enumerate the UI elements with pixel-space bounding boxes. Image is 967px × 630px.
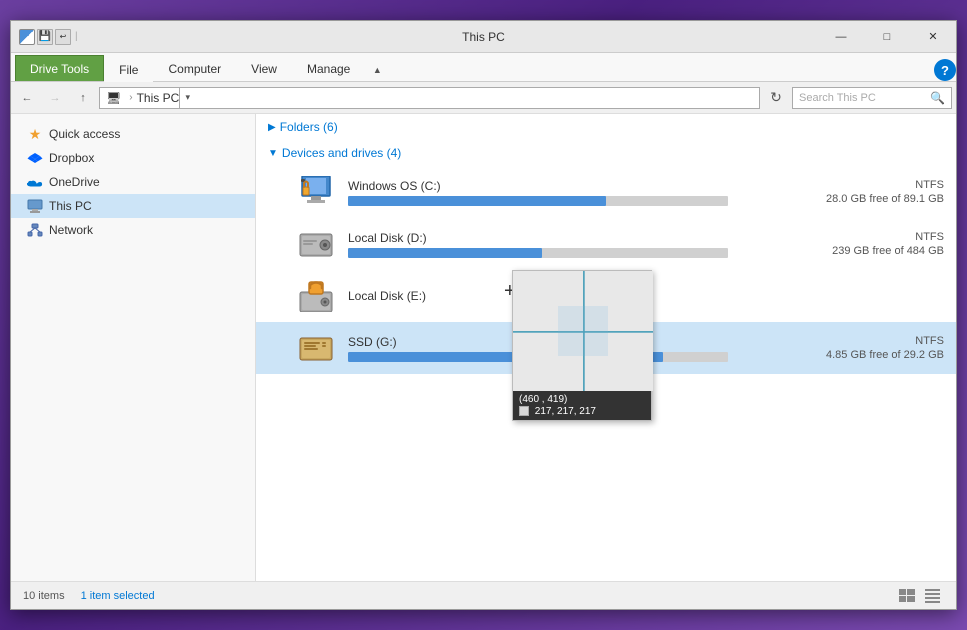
- save-icon[interactable]: 💾: [37, 29, 53, 45]
- refresh-button[interactable]: ↻: [764, 86, 788, 110]
- ribbon-collapse-chevron[interactable]: ▲: [369, 59, 385, 81]
- drive-c-meta: NTFS 28.0 GB free of 89.1 GB: [804, 179, 944, 205]
- drive-e[interactable]: Local Disk (E:) + (460 , 419): [256, 270, 956, 322]
- tooltip-footer: (460 , 419) 217, 217, 217: [513, 391, 651, 420]
- drive-e-icon: [296, 278, 336, 314]
- sidebar: ★ Quick access Dropbox: [11, 114, 256, 581]
- folders-section-header[interactable]: ▶ Folders (6): [256, 114, 956, 140]
- sidebar-item-quick-access[interactable]: ★ Quick access: [11, 122, 255, 146]
- breadcrumb-arrow: ›: [129, 92, 132, 103]
- drive-d[interactable]: Local Disk (D:) NTFS 239 GB free of 484 …: [256, 218, 956, 270]
- large-icons-view-button[interactable]: [922, 585, 944, 607]
- view-controls: [896, 585, 944, 607]
- drive-c-icon: [296, 174, 336, 210]
- breadcrumb-thispc: This PC: [137, 91, 180, 105]
- network-icon: [27, 222, 43, 238]
- drive-g-meta: NTFS 4.85 GB free of 29.2 GB: [804, 335, 944, 361]
- details-view-button[interactable]: [896, 585, 918, 607]
- sidebar-label-onedrive: OneDrive: [49, 175, 100, 189]
- drive-d-fs: NTFS: [915, 231, 944, 243]
- folders-arrow: ▶: [268, 122, 276, 133]
- tooltip-color: 217, 217, 217: [519, 406, 645, 417]
- drive-c-info: Windows OS (C:): [348, 179, 792, 206]
- selected-count: 1 item selected: [81, 590, 155, 602]
- tab-file[interactable]: File: [104, 58, 153, 82]
- maximize-button[interactable]: □: [864, 21, 910, 53]
- window-controls: — □ ✕: [818, 21, 956, 53]
- sidebar-label-quick-access: Quick access: [49, 127, 120, 141]
- drive-g-icon: [296, 330, 336, 366]
- sidebar-item-dropbox[interactable]: Dropbox: [11, 146, 255, 170]
- folders-label: Folders (6): [280, 120, 338, 134]
- drive-g-space: 4.85 GB free of 29.2 GB: [826, 349, 944, 361]
- sidebar-item-network[interactable]: Network: [11, 218, 255, 242]
- sidebar-item-this-pc[interactable]: This PC: [11, 194, 255, 218]
- drive-d-info: Local Disk (D:): [348, 231, 792, 258]
- items-count: 10 items: [23, 590, 65, 602]
- drive-d-bar: [348, 248, 542, 258]
- dropbox-icon: [27, 150, 43, 166]
- devices-section-header[interactable]: ▼ Devices and drives (4): [256, 140, 956, 166]
- star-icon: ★: [27, 126, 43, 142]
- drive-c-space: 28.0 GB free of 89.1 GB: [826, 193, 944, 205]
- crosshair-h-line: [513, 331, 653, 333]
- up-button[interactable]: ↑: [71, 86, 95, 110]
- tooltip-coords: (460 , 419): [519, 394, 645, 405]
- address-dropdown[interactable]: ▾: [179, 87, 195, 109]
- minimize-button[interactable]: —: [818, 21, 864, 53]
- ribbon-tabs: Drive Tools File Computer View Manage ▲ …: [11, 53, 956, 81]
- drive-g-fs: NTFS: [915, 335, 944, 347]
- close-button[interactable]: ✕: [910, 21, 956, 53]
- tab-drive-tools[interactable]: Drive Tools: [15, 55, 104, 81]
- drive-d-bar-wrap: [348, 248, 728, 258]
- content-area: ▶ Folders (6) ▼ Devices and drives (4): [256, 114, 956, 581]
- sidebar-label-network: Network: [49, 223, 93, 237]
- devices-arrow: ▼: [268, 148, 278, 159]
- sidebar-label-this-pc: This PC: [49, 199, 92, 213]
- breadcrumb-icon: 🖥: [106, 91, 121, 105]
- title-bar-left: 💾 ↩ |: [11, 29, 86, 45]
- main-area: ★ Quick access Dropbox: [11, 114, 956, 581]
- search-placeholder: Search This PC: [799, 92, 930, 104]
- tab-view[interactable]: View: [236, 55, 292, 81]
- tab-computer[interactable]: Computer: [153, 55, 236, 81]
- undo-icon[interactable]: ↩: [55, 29, 71, 45]
- window-icon: [19, 29, 35, 45]
- help-button[interactable]: ?: [934, 59, 956, 81]
- sidebar-label-dropbox: Dropbox: [49, 151, 94, 165]
- search-box[interactable]: Search This PC 🔍: [792, 87, 952, 109]
- explorer-window: 💾 ↩ | This PC — □ ✕ Drive Tools File Com…: [10, 20, 957, 610]
- drive-c-bar-wrap: [348, 196, 728, 206]
- drive-c-name: Windows OS (C:): [348, 179, 792, 193]
- title-bar-separator: |: [75, 31, 78, 42]
- onedrive-icon: [27, 174, 43, 190]
- tab-manage[interactable]: Manage: [292, 55, 365, 81]
- drive-c-bar: [348, 196, 606, 206]
- drive-c-fs: NTFS: [915, 179, 944, 191]
- drive-d-meta: NTFS 239 GB free of 484 GB: [804, 231, 944, 257]
- ribbon: Drive Tools File Computer View Manage ▲ …: [11, 53, 956, 82]
- search-icon[interactable]: 🔍: [930, 91, 945, 105]
- color-swatch: [519, 406, 529, 416]
- sidebar-item-onedrive[interactable]: OneDrive: [11, 170, 255, 194]
- back-button[interactable]: ←: [15, 86, 39, 110]
- drive-c[interactable]: Windows OS (C:) NTFS 28.0 GB free of 89.…: [256, 166, 956, 218]
- title-bar: 💾 ↩ | This PC — □ ✕: [11, 21, 956, 53]
- drive-d-space: 239 GB free of 484 GB: [832, 245, 944, 257]
- window-title: This PC: [462, 30, 505, 44]
- drive-d-icon: [296, 226, 336, 262]
- drag-tooltip: (460 , 419) 217, 217, 217: [512, 270, 652, 421]
- status-bar: 10 items 1 item selected: [11, 581, 956, 609]
- address-bar: ← → ↑ 🖥 › This PC ▾ ↻ Search This PC 🔍: [11, 82, 956, 114]
- devices-label: Devices and drives (4): [282, 146, 401, 160]
- tooltip-canvas: [513, 271, 653, 391]
- address-path[interactable]: 🖥 › This PC ▾: [99, 87, 760, 109]
- thispc-icon: [27, 198, 43, 214]
- drive-d-name: Local Disk (D:): [348, 231, 792, 245]
- forward-button[interactable]: →: [43, 86, 67, 110]
